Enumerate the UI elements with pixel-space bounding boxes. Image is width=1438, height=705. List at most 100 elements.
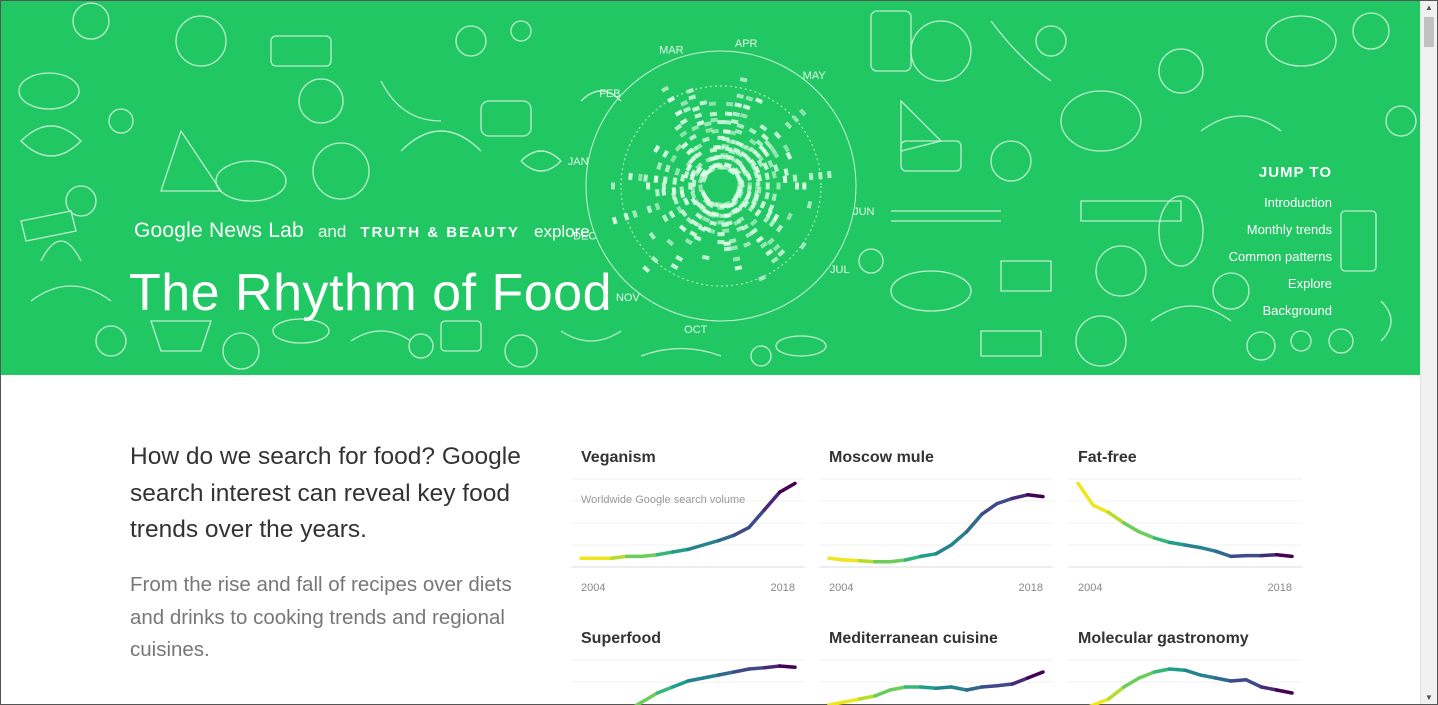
radial-cell [786, 212, 793, 221]
jump-explore-link[interactable]: Explore [1229, 270, 1332, 297]
trend-card-veganism[interactable]: Veganism Worldwide Google search volume … [571, 449, 805, 599]
trend-card-mediterranean-cuisine[interactable]: Mediterranean cuisine [819, 630, 1053, 705]
jump-to-title: JUMP TO [1258, 164, 1332, 181]
radial-cell [795, 182, 799, 190]
trend-line-segment [949, 685, 969, 692]
radial-cell [611, 182, 615, 190]
radial-cell [764, 191, 770, 200]
radial-cell [826, 170, 832, 179]
radial-cell [734, 265, 743, 271]
trend-line-segment [827, 556, 847, 562]
trend-line-segment [1229, 553, 1248, 559]
radial-cell [646, 205, 653, 214]
scroll-up-arrow-icon[interactable]: ▲ [1425, 3, 1433, 12]
radial-cell [776, 182, 781, 190]
trend-line-segment [980, 684, 999, 689]
radial-cell [711, 128, 719, 134]
jump-common-patterns-link[interactable]: Common patterns [1229, 243, 1332, 270]
card-title: Mediterranean cuisine [829, 630, 998, 647]
x-tick-start: 2004 [581, 582, 606, 594]
radial-cell [650, 255, 659, 264]
jump-to-nav: JUMP TO Introduction Monthly trends Comm… [1229, 164, 1332, 324]
trend-line-segment [640, 552, 660, 559]
trend-chart-partial [571, 659, 805, 705]
trend-line-segment [732, 667, 751, 674]
radial-cell [653, 144, 661, 153]
radial-cell [688, 94, 697, 101]
trend-line-segment [1010, 493, 1030, 501]
radial-cell [802, 182, 807, 190]
page-scrollbar[interactable]: ▲ ▼ [1420, 1, 1437, 704]
radial-cell [723, 246, 732, 252]
radial-cell [637, 173, 643, 182]
radial-cell [696, 120, 705, 127]
radial-cell [691, 179, 697, 187]
truth-and-beauty-logo[interactable]: TRUTH & BEAUTY [360, 224, 520, 241]
radial-cell [680, 141, 689, 150]
radial-cell [765, 182, 770, 190]
month-label: JAN [568, 156, 589, 168]
radial-cell [745, 95, 754, 102]
trend-line-segment [1137, 670, 1157, 680]
trend-card-molecular-gastronomy[interactable]: Molecular gastronomy [1068, 630, 1302, 705]
radial-cell [698, 184, 704, 192]
trend-line-segment [1229, 678, 1248, 683]
x-tick-end: 2018 [1018, 582, 1043, 594]
month-label: MAR [659, 45, 684, 57]
jump-background-link[interactable]: Background [1229, 297, 1332, 324]
trend-chart-partial [819, 659, 1053, 705]
radial-cell [655, 189, 660, 197]
radial-cell [734, 128, 743, 135]
radial-cell [713, 144, 721, 150]
radial-cell [725, 101, 734, 107]
radial-cell [783, 168, 789, 176]
trend-line-segment [903, 554, 923, 562]
trend-line-segment [1137, 530, 1157, 540]
radial-cell [761, 133, 769, 141]
google-news-lab-logo[interactable]: Google News Lab [134, 219, 304, 243]
radial-cell [759, 241, 768, 249]
trend-line-segment [995, 496, 1015, 506]
trend-line-segment [747, 508, 767, 530]
radial-cell [668, 210, 676, 219]
radial-cell [631, 210, 638, 218]
trend-line-segment [747, 666, 767, 671]
radial-cell [773, 131, 782, 140]
radial-cell [806, 200, 813, 209]
trend-line-segment [918, 685, 938, 690]
trend-card-superfood[interactable]: Superfood [571, 630, 805, 705]
radial-cell [715, 163, 723, 168]
radial-cell [798, 108, 807, 117]
radial-cell [661, 85, 670, 93]
scroll-down-arrow-icon[interactable]: ▼ [1425, 693, 1433, 702]
trend-card-fat-free[interactable]: Fat-free 2004 2018 [1068, 449, 1302, 599]
brand-explore: explore [533, 222, 590, 241]
trend-line-segment [964, 685, 984, 692]
radial-cell [642, 265, 651, 273]
trend-card-moscow-mule[interactable]: Moscow mule 2004 2018 [819, 449, 1053, 599]
radial-cell [782, 144, 790, 153]
radial-cell [692, 105, 700, 112]
trend-line-segment [609, 554, 629, 560]
radial-cell [764, 172, 770, 181]
x-tick-end: 2018 [770, 582, 795, 594]
radial-cell [759, 124, 768, 132]
radial-cell [730, 119, 739, 125]
radial-cell [759, 200, 767, 209]
radial-cell [771, 170, 777, 179]
trend-line-segment [1213, 549, 1233, 559]
trend-chart [1068, 478, 1302, 568]
radial-cell [755, 235, 764, 244]
trend-line-segment [1106, 510, 1126, 525]
month-label: MAY [803, 70, 827, 82]
trend-line-segment [1198, 545, 1218, 553]
radial-cell [678, 224, 687, 233]
scroll-thumb[interactable] [1424, 17, 1434, 47]
jump-introduction-link[interactable]: Introduction [1229, 189, 1332, 216]
radial-cell [767, 159, 774, 168]
radial-cell [656, 162, 663, 170]
radial-cell [643, 174, 648, 182]
jump-monthly-trends-link[interactable]: Monthly trends [1229, 216, 1332, 243]
radial-cell [736, 123, 745, 130]
month-label: NOV [616, 292, 641, 304]
